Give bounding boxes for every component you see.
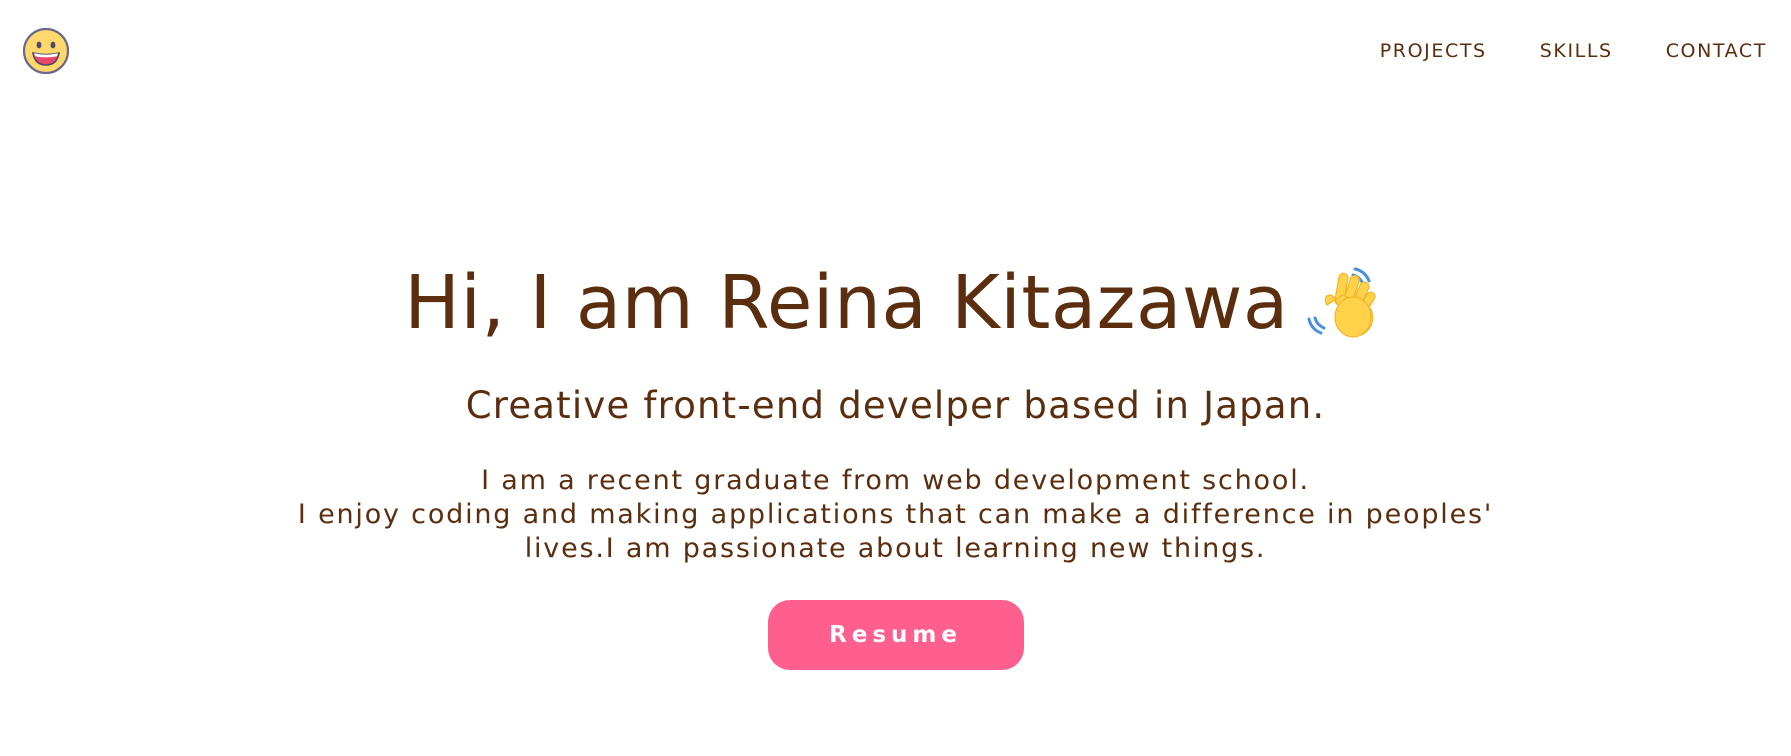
nav-link-skills[interactable]: SKILLS — [1540, 38, 1613, 64]
nav-link-projects[interactable]: PROJECTS — [1380, 38, 1487, 64]
nav-link-contact[interactable]: CONTACT — [1666, 38, 1767, 64]
logo-grinning-face-icon[interactable] — [22, 27, 70, 75]
bio-line: I enjoy coding and making applications t… — [297, 499, 1494, 530]
hero-bio: I am a recent graduate from web developm… — [266, 464, 1526, 566]
waving-hand-icon — [1303, 261, 1387, 345]
grinning-face-icon — [22, 27, 70, 75]
hero-subtitle: Creative front-end develper based in Jap… — [465, 384, 1326, 427]
resume-button[interactable]: Resume — [767, 600, 1024, 670]
page: PROJECTS SKILLS CONTACT Hi, I am Reina K… — [0, 0, 1791, 756]
bio-line: lives.I am passionate about learning new… — [524, 533, 1267, 564]
hero-section: Hi, I am Reina Kitazawa Creative front-e… — [0, 258, 1791, 670]
hero-headline: Hi, I am Reina Kitazawa — [404, 258, 1387, 348]
bio-line: I am a recent graduate from web developm… — [481, 465, 1310, 496]
main-nav: PROJECTS SKILLS CONTACT — [1327, 38, 1767, 64]
hero-headline-text: Hi, I am Reina Kitazawa — [404, 260, 1289, 346]
